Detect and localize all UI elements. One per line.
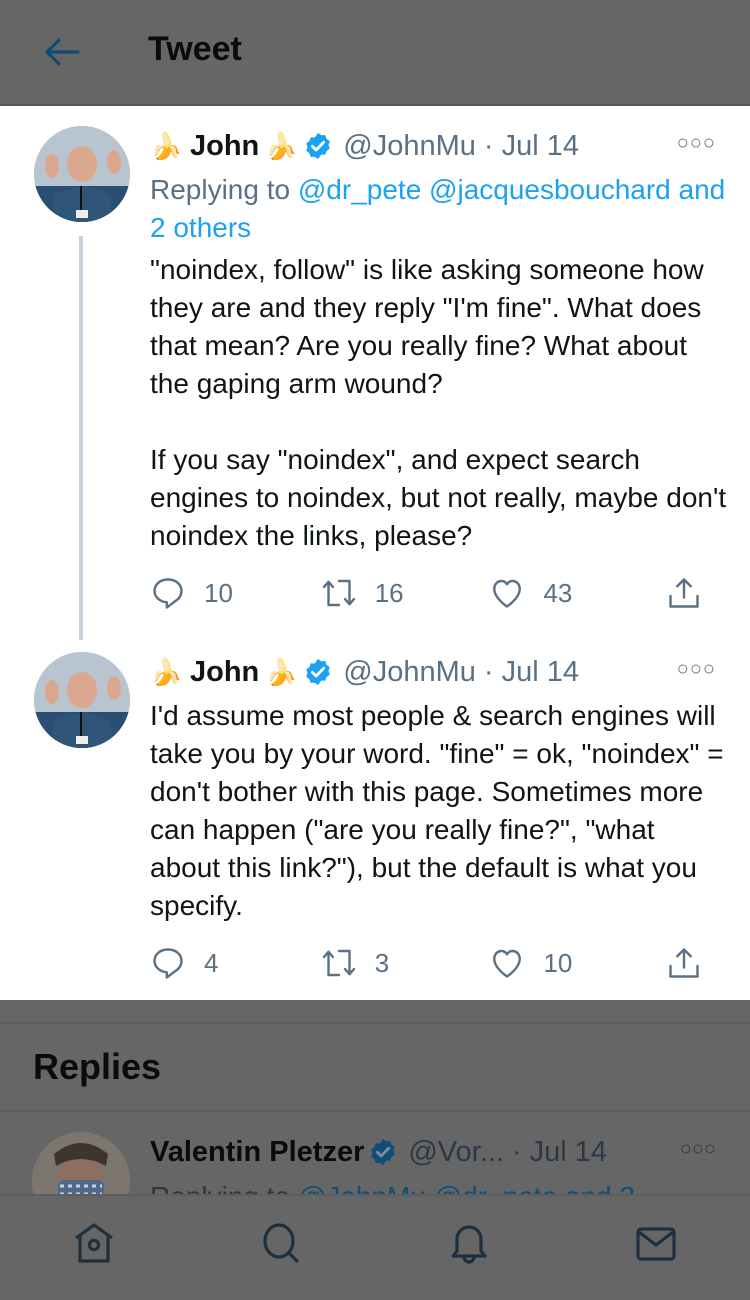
mention-link[interactable]: @dr_pete — [298, 174, 421, 205]
avatar-photo — [34, 126, 130, 222]
retweet-count: 3 — [374, 947, 390, 978]
like-button[interactable]: 10 — [489, 945, 666, 981]
bell-icon — [451, 1225, 487, 1264]
reply-count: 10 — [204, 577, 233, 608]
reply-author-name[interactable]: Valentin Pletzer — [150, 1136, 364, 1169]
divider — [0, 1110, 750, 1112]
banana-emoji: 🍌 — [150, 130, 183, 161]
reply-replying-to: Replying to @JohnMu @dr_pete and 2 — [150, 1178, 635, 1194]
reply-button[interactable]: 4 — [150, 945, 321, 981]
avatar[interactable] — [34, 126, 130, 222]
heart-icon — [493, 949, 522, 978]
author-handle[interactable]: @JohnMu — [343, 656, 476, 689]
thread-line — [79, 236, 83, 640]
avatar-photo — [34, 652, 130, 748]
verified-badge-icon — [306, 132, 331, 160]
like-count: 43 — [543, 577, 573, 608]
replying-to-label: Replying to — [150, 1181, 298, 1194]
banana-emoji: 🍌 — [265, 656, 298, 687]
banana-emoji: 🍌 — [150, 656, 183, 687]
tweet-text: I'd assume most people & search engines … — [150, 700, 732, 921]
tweet-header: 🍌 John 🍌 @JohnMu · Jul 14 — [150, 126, 579, 166]
nav-messages[interactable] — [626, 1213, 686, 1273]
tweet-actions: 4 3 10 — [150, 943, 720, 983]
replying-to-label: Replying to — [150, 174, 298, 205]
tweet-header: 🍌 John 🍌 @JohnMu · Jul 14 — [150, 652, 579, 692]
verified-badge-icon — [371, 1138, 396, 1166]
like-count: 10 — [543, 947, 573, 978]
tweet-date[interactable]: Jul 14 — [502, 130, 579, 163]
retweet-icon — [322, 949, 355, 977]
mail-icon — [636, 1227, 676, 1261]
reply-icon — [153, 578, 183, 609]
reply-date[interactable]: Jul 14 — [530, 1136, 607, 1169]
retweet-button[interactable]: 3 — [321, 945, 490, 981]
tweet-date[interactable]: Jul 14 — [502, 656, 579, 689]
author-name[interactable]: John — [190, 130, 259, 163]
tweet-text: "noindex, follow" is like asking someone… — [150, 254, 727, 551]
page-title: Tweet — [148, 30, 242, 68]
author-name[interactable]: John — [190, 656, 259, 689]
avatar[interactable] — [34, 652, 130, 748]
nav-notifications[interactable] — [439, 1213, 499, 1273]
separator-dot: · — [511, 1135, 522, 1168]
verified-badge-icon — [306, 658, 331, 686]
more-icon[interactable]: ○○○ — [677, 132, 716, 155]
retweet-button[interactable]: 16 — [321, 575, 490, 611]
author-handle[interactable]: @JohnMu — [343, 130, 476, 163]
share-icon — [669, 948, 699, 978]
separator-dot: · — [483, 655, 494, 688]
reply-count: 4 — [204, 947, 219, 978]
tweet-page: Tweet 🍌 John 🍌 @JohnMu · Jul 14 ○○○ Repl… — [0, 0, 750, 1300]
back-button[interactable] — [42, 34, 82, 70]
home-icon — [74, 1223, 113, 1263]
share-button[interactable] — [666, 945, 720, 981]
replies-heading: Replies — [33, 1046, 162, 1087]
divider — [0, 1022, 750, 1024]
like-button[interactable]: 43 — [489, 575, 666, 611]
heart-icon — [493, 579, 522, 608]
top-bar: Tweet — [0, 0, 750, 106]
nav-search[interactable] — [251, 1213, 311, 1273]
separator-dot: · — [483, 129, 494, 162]
bottom-nav — [0, 1194, 750, 1300]
reply-icon — [153, 948, 183, 979]
arrow-left-icon — [45, 38, 80, 66]
mention-link[interactable]: @JohnMu @dr_pete and 2 — [298, 1181, 635, 1194]
share-button[interactable] — [666, 575, 720, 611]
share-icon — [669, 578, 699, 608]
mention-link[interactable]: @jacquesbouchard — [429, 174, 671, 205]
replying-to: Replying to @dr_pete @jacquesbouchard an… — [150, 171, 730, 247]
tweet-actions: 10 16 43 — [150, 573, 720, 613]
search-icon — [263, 1223, 299, 1263]
banana-emoji: 🍌 — [265, 130, 298, 161]
nav-home[interactable] — [64, 1213, 124, 1273]
retweet-count: 16 — [374, 577, 404, 608]
reply-header: Valentin Pletzer @Vor... · Jul 14 — [150, 1132, 607, 1172]
retweet-icon — [322, 579, 355, 607]
more-icon[interactable]: ○○○ — [677, 658, 716, 681]
reply-author-handle[interactable]: @Vor... — [408, 1136, 504, 1169]
reply-button[interactable]: 10 — [150, 575, 321, 611]
more-icon[interactable]: ○○○ — [680, 1138, 716, 1161]
